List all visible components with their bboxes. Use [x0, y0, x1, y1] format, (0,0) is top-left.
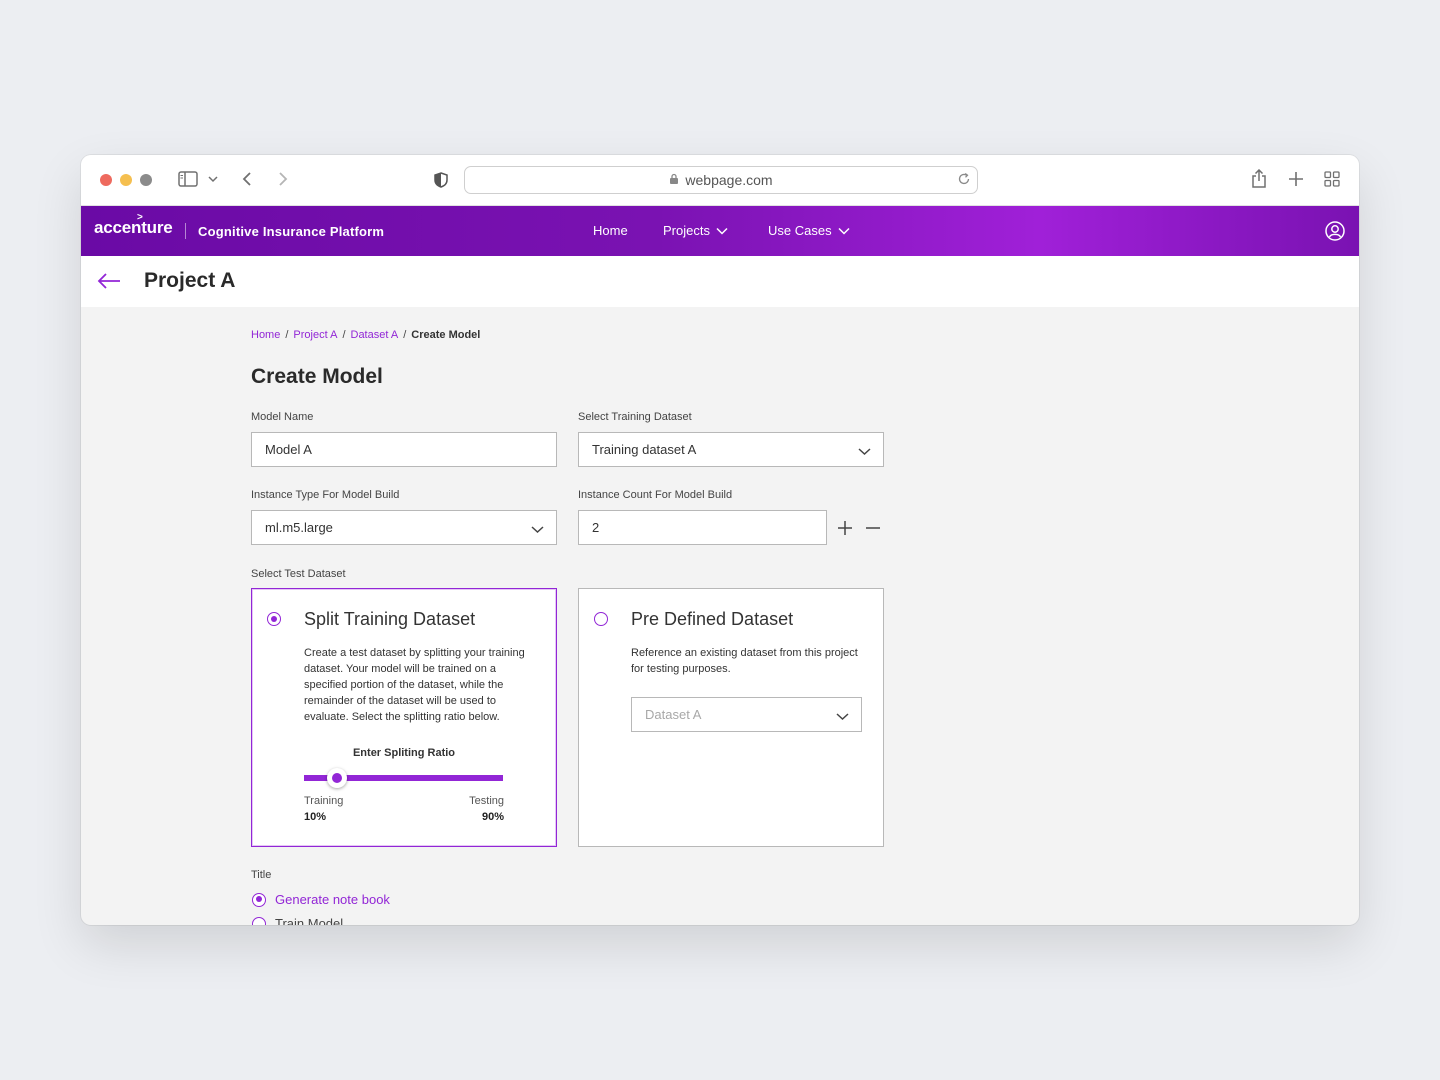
split-card-description: Create a test dataset by splitting your … — [304, 647, 525, 723]
app-header: accenture > Cognitive Insurance Platform… — [81, 206, 1359, 256]
training-value: 10% — [304, 811, 327, 823]
nav-projects-label: Projects — [663, 223, 710, 238]
generate-notebook-label: Generate note book — [275, 892, 390, 907]
logo-wordmark: accenture — [94, 218, 173, 237]
train-model-label: Train Model — [275, 916, 344, 925]
generate-notebook-radio[interactable] — [252, 892, 266, 907]
address-bar[interactable]: webpage.com — [464, 166, 978, 194]
chevron-down-icon — [716, 223, 728, 238]
split-card-title: Split Training Dataset — [304, 609, 476, 629]
option-generate-notebook[interactable]: Generate note book — [252, 892, 390, 907]
predefined-dataset-radio[interactable] — [594, 612, 608, 626]
form-heading: Create Model — [251, 365, 383, 388]
training-label: Training — [304, 795, 344, 807]
page-header: Project A — [81, 256, 1359, 307]
chevron-down-icon — [531, 522, 544, 537]
predefined-card-description: Reference an existing dataset from this … — [631, 647, 858, 675]
chevron-down-icon — [858, 444, 871, 459]
training-dataset-select[interactable]: Training dataset A — [578, 432, 884, 467]
breadcrumb-separator: / — [403, 329, 407, 341]
split-ratio-title: Enter Spliting Ratio — [352, 747, 456, 759]
split-dataset-radio[interactable] — [267, 612, 281, 626]
breadcrumb-dataset[interactable]: Dataset A — [351, 329, 399, 341]
training-dataset-value: Training dataset A — [592, 442, 697, 457]
user-account-icon[interactable] — [1325, 221, 1345, 246]
chevron-down-icon — [838, 223, 850, 238]
sidebar-toggle-icon[interactable] — [178, 171, 198, 187]
forward-icon[interactable] — [278, 171, 288, 187]
increment-icon[interactable] — [836, 519, 854, 537]
breadcrumb: Home / Project A / Dataset A / Create Mo… — [251, 329, 480, 341]
model-name-input[interactable]: Model A — [251, 432, 557, 467]
breadcrumb-current: Create Model — [411, 329, 481, 341]
logo-mark: > — [137, 212, 143, 223]
predefined-card-title: Pre Defined Dataset — [631, 609, 794, 629]
close-window-button[interactable] — [100, 174, 112, 186]
platform-name: Cognitive Insurance Platform — [198, 224, 385, 239]
new-tab-icon[interactable] — [1288, 171, 1304, 187]
train-model-radio[interactable] — [252, 916, 266, 925]
predefined-dataset-select[interactable]: Dataset A — [631, 697, 862, 732]
instance-type-select[interactable]: ml.m5.large — [251, 510, 557, 545]
model-name-value: Model A — [265, 442, 312, 457]
nav-home-label: Home — [593, 223, 628, 238]
breadcrumb-home[interactable]: Home — [251, 329, 280, 341]
back-arrow-icon[interactable] — [96, 271, 122, 296]
breadcrumb-separator: / — [342, 329, 346, 341]
test-dataset-label: Select Test Dataset — [251, 568, 346, 580]
tab-overview-icon[interactable] — [1324, 171, 1340, 187]
split-ratio-slider-handle[interactable] — [327, 768, 347, 788]
model-name-label: Model Name — [251, 411, 314, 423]
accenture-logo[interactable]: accenture > — [94, 212, 173, 238]
testing-label: Testing — [469, 795, 504, 807]
back-icon[interactable] — [242, 171, 252, 187]
breadcrumb-project[interactable]: Project A — [293, 329, 337, 341]
zoom-window-button[interactable] — [140, 174, 152, 186]
lock-icon — [669, 172, 679, 188]
split-training-dataset-card[interactable]: Split Training Dataset Create a test dat… — [251, 588, 557, 847]
breadcrumb-separator: / — [285, 329, 289, 341]
nav-projects[interactable]: Projects — [663, 223, 728, 238]
title-group-label: Title — [251, 869, 272, 881]
chevron-down-icon[interactable] — [208, 175, 218, 183]
predefined-dataset-card[interactable]: Pre Defined Dataset Reference an existin… — [578, 588, 884, 847]
brand-divider — [185, 223, 186, 239]
privacy-shield-icon[interactable] — [434, 172, 448, 188]
chevron-down-icon — [836, 709, 849, 724]
instance-count-input[interactable]: 2 — [578, 510, 827, 545]
instance-type-value: ml.m5.large — [265, 520, 333, 535]
instance-type-label: Instance Type For Model Build — [251, 489, 400, 501]
option-train-model[interactable]: Train Model — [252, 916, 343, 925]
instance-count-value: 2 — [592, 520, 600, 535]
share-icon[interactable] — [1251, 169, 1267, 189]
minimize-window-button[interactable] — [120, 174, 132, 186]
predefined-dataset-placeholder: Dataset A — [645, 707, 702, 722]
training-dataset-label: Select Training Dataset — [578, 411, 692, 423]
nav-use-cases[interactable]: Use Cases — [768, 223, 850, 238]
browser-window: webpage.com accenture > Cognitive Insura… — [81, 155, 1359, 925]
browser-toolbar: webpage.com — [81, 155, 1359, 206]
nav-use-cases-label: Use Cases — [768, 223, 832, 238]
decrement-icon[interactable] — [864, 519, 882, 537]
instance-count-label: Instance Count For Model Build — [578, 489, 733, 501]
url-text: webpage.com — [685, 172, 773, 188]
testing-value: 90% — [481, 811, 504, 823]
nav-home[interactable]: Home — [593, 223, 628, 238]
page-title: Project A — [144, 269, 236, 292]
reload-icon[interactable] — [957, 172, 971, 189]
